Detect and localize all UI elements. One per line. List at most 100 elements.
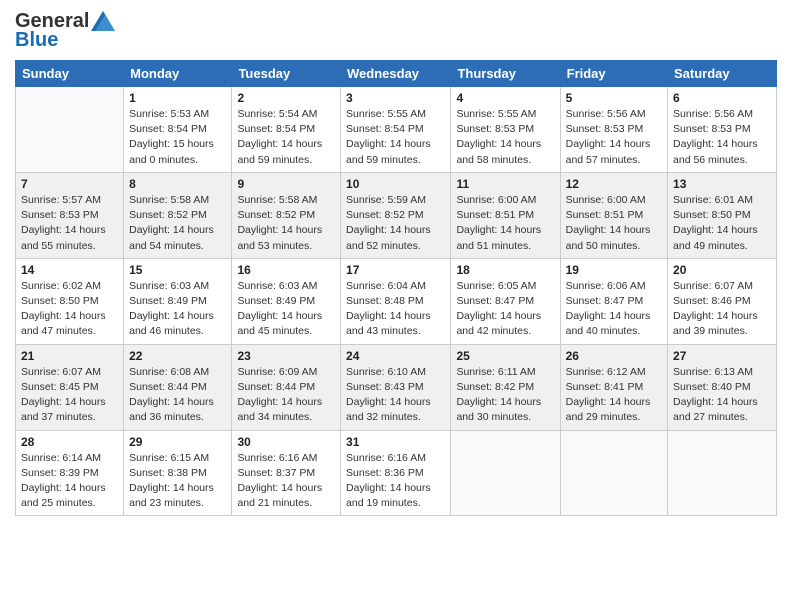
day-info: Sunrise: 5:57 AMSunset: 8:53 PMDaylight:…	[21, 193, 118, 254]
day-info: Sunrise: 6:09 AMSunset: 8:44 PMDaylight:…	[237, 365, 335, 426]
weekday-header-friday: Friday	[560, 61, 667, 87]
day-info: Sunrise: 6:05 AMSunset: 8:47 PMDaylight:…	[456, 279, 554, 340]
day-number: 7	[21, 177, 118, 191]
day-number: 8	[129, 177, 226, 191]
calendar-cell: 23Sunrise: 6:09 AMSunset: 8:44 PMDayligh…	[232, 344, 341, 430]
calendar-week-row: 21Sunrise: 6:07 AMSunset: 8:45 PMDayligh…	[16, 344, 777, 430]
calendar-cell: 24Sunrise: 6:10 AMSunset: 8:43 PMDayligh…	[341, 344, 451, 430]
calendar-cell	[668, 430, 777, 516]
daylight-text: Daylight: 14 hoursand 59 minutes.	[346, 138, 431, 165]
sunrise-text: Sunrise: 5:58 AM	[129, 194, 209, 206]
day-number: 2	[237, 91, 335, 105]
calendar-cell: 9Sunrise: 5:58 AMSunset: 8:52 PMDaylight…	[232, 172, 341, 258]
weekday-header-tuesday: Tuesday	[232, 61, 341, 87]
sunset-text: Sunset: 8:49 PM	[129, 295, 207, 307]
day-number: 18	[456, 263, 554, 277]
sunset-text: Sunset: 8:43 PM	[346, 381, 424, 393]
page-container: General Blue SundayMondayTuesdayWednesda…	[0, 0, 792, 526]
sunset-text: Sunset: 8:52 PM	[237, 209, 315, 221]
daylight-text: Daylight: 14 hoursand 34 minutes.	[237, 396, 322, 423]
daylight-text: Daylight: 14 hoursand 23 minutes.	[129, 482, 214, 509]
day-info: Sunrise: 6:12 AMSunset: 8:41 PMDaylight:…	[566, 365, 662, 426]
weekday-header-wednesday: Wednesday	[341, 61, 451, 87]
day-info: Sunrise: 6:07 AMSunset: 8:46 PMDaylight:…	[673, 279, 771, 340]
daylight-text: Daylight: 14 hoursand 40 minutes.	[566, 310, 651, 337]
calendar-cell	[560, 430, 667, 516]
sunrise-text: Sunrise: 6:15 AM	[129, 452, 209, 464]
calendar-cell: 3Sunrise: 5:55 AMSunset: 8:54 PMDaylight…	[341, 87, 451, 173]
day-info: Sunrise: 6:03 AMSunset: 8:49 PMDaylight:…	[129, 279, 226, 340]
day-number: 29	[129, 435, 226, 449]
sunset-text: Sunset: 8:50 PM	[21, 295, 99, 307]
calendar-cell: 28Sunrise: 6:14 AMSunset: 8:39 PMDayligh…	[16, 430, 124, 516]
calendar-cell: 27Sunrise: 6:13 AMSunset: 8:40 PMDayligh…	[668, 344, 777, 430]
day-number: 30	[237, 435, 335, 449]
sunrise-text: Sunrise: 5:55 AM	[346, 108, 426, 120]
calendar-cell: 10Sunrise: 5:59 AMSunset: 8:52 PMDayligh…	[341, 172, 451, 258]
day-info: Sunrise: 5:56 AMSunset: 8:53 PMDaylight:…	[673, 107, 771, 168]
calendar-cell: 19 Sunrise: 6:06 AMSunset: 8:47 PMDayligh…	[560, 258, 667, 344]
day-number: 10	[346, 177, 445, 191]
calendar-cell: 14Sunrise: 6:02 AMSunset: 8:50 PMDayligh…	[16, 258, 124, 344]
day-number: 19	[566, 263, 662, 277]
sunrise-text: Sunrise: 6:16 AM	[237, 452, 317, 464]
sunset-text: Sunset: 8:36 PM	[346, 467, 424, 479]
sunset-text: Sunset: 8:51 PM	[566, 209, 644, 221]
sunset-text: Sunset: 8:52 PM	[129, 209, 207, 221]
sunset-text: Sunset: 8:47 PM	[566, 295, 644, 307]
sunset-text: Sunset: 8:40 PM	[673, 381, 751, 393]
daylight-text: Daylight: 14 hoursand 36 minutes.	[129, 396, 214, 423]
calendar-cell: 2Sunrise: 5:54 AMSunset: 8:54 PMDaylight…	[232, 87, 341, 173]
logo-blue: Blue	[15, 29, 58, 52]
sunrise-text: Sunrise: 6:16 AM	[346, 452, 426, 464]
sunset-text: Sunset: 8:42 PM	[456, 381, 534, 393]
logo: General Blue	[15, 10, 115, 52]
sunrise-text: Sunrise: 5:54 AM	[237, 108, 317, 120]
daylight-text: Daylight: 14 hoursand 45 minutes.	[237, 310, 322, 337]
sunset-text: Sunset: 8:50 PM	[673, 209, 751, 221]
calendar-cell: 22Sunrise: 6:08 AMSunset: 8:44 PMDayligh…	[124, 344, 232, 430]
calendar-cell: 15Sunrise: 6:03 AMSunset: 8:49 PMDayligh…	[124, 258, 232, 344]
sunrise-text: Sunrise: 6:00 AM	[456, 194, 536, 206]
calendar-cell: 4Sunrise: 5:55 AMSunset: 8:53 PMDaylight…	[451, 87, 560, 173]
day-info: Sunrise: 6:16 AMSunset: 8:37 PMDaylight:…	[237, 451, 335, 512]
sunset-text: Sunset: 8:37 PM	[237, 467, 315, 479]
calendar-cell: 20Sunrise: 6:07 AMSunset: 8:46 PMDayligh…	[668, 258, 777, 344]
day-number: 31	[346, 435, 445, 449]
daylight-text: Daylight: 14 hoursand 46 minutes.	[129, 310, 214, 337]
sunrise-text: Sunrise: 6:02 AM	[21, 280, 101, 292]
calendar-cell: 7 Sunrise: 5:57 AMSunset: 8:53 PMDaylight…	[16, 172, 124, 258]
sunrise-text: Sunrise: 6:03 AM	[237, 280, 317, 292]
daylight-text: Daylight: 14 hoursand 37 minutes.	[21, 396, 106, 423]
day-info: Sunrise: 6:14 AMSunset: 8:39 PMDaylight:…	[21, 451, 118, 512]
day-info: Sunrise: 5:56 AM Sunset: 8:53 PM Daylight:…	[566, 107, 662, 168]
calendar-cell: 12Sunrise: 6:00 AMSunset: 8:51 PMDayligh…	[560, 172, 667, 258]
daylight-text: Daylight: 14 hoursand 57 minutes.	[566, 138, 651, 165]
sunset-text: Sunset: 8:51 PM	[456, 209, 534, 221]
sunset-text: Sunset: 8:39 PM	[21, 467, 99, 479]
sunrise-text: Sunrise: 6:07 AM	[673, 280, 753, 292]
sunset-text: Sunset: 8:49 PM	[237, 295, 315, 307]
day-number: 25	[456, 349, 554, 363]
day-number: 9	[237, 177, 335, 191]
daylight-text: Daylight: 14 hoursand 32 minutes.	[346, 396, 431, 423]
sunset-text: Sunset: 8:53 PM	[566, 123, 644, 135]
day-number: 4	[456, 91, 554, 105]
day-info: Sunrise: 6:04 AMSunset: 8:48 PMDaylight:…	[346, 279, 445, 340]
day-number: 11	[456, 177, 554, 191]
day-number: 13	[673, 177, 771, 191]
logo-icon	[91, 11, 115, 31]
calendar-cell	[451, 430, 560, 516]
sunset-text: Sunset: 8:47 PM	[456, 295, 534, 307]
sunrise-text: Sunrise: 5:56 AM	[566, 108, 646, 120]
daylight-text: Daylight: 14 hoursand 25 minutes.	[21, 482, 106, 509]
sunrise-text: Sunrise: 6:11 AM	[456, 366, 535, 378]
daylight-text: Daylight: 14 hoursand 49 minutes.	[673, 224, 758, 251]
sunset-text: Sunset: 8:41 PM	[566, 381, 644, 393]
day-info: Sunrise: 5:53 AMSunset: 8:54 PMDaylight:…	[129, 107, 226, 168]
calendar-cell: 8Sunrise: 5:58 AMSunset: 8:52 PMDaylight…	[124, 172, 232, 258]
sunrise-text: Sunrise: 6:00 AM	[566, 194, 646, 206]
sunrise-text: Sunrise: 5:59 AM	[346, 194, 426, 206]
day-info: Sunrise: 6:06 AMSunset: 8:47 PMDaylight:…	[566, 279, 662, 340]
calendar-cell: 6Sunrise: 5:56 AMSunset: 8:53 PMDaylight…	[668, 87, 777, 173]
